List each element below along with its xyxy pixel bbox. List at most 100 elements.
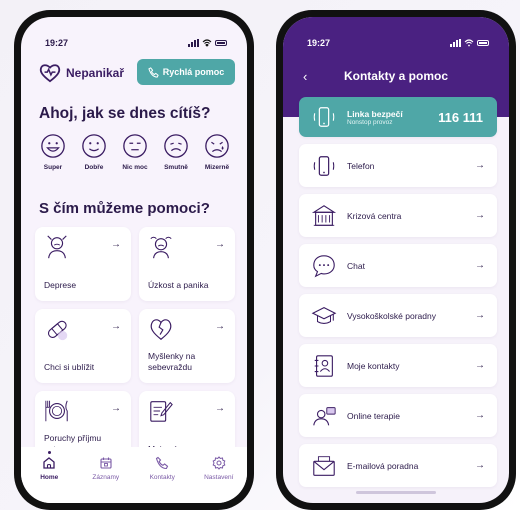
phone-home: 19:27 Nepanikař Rychlá pomoc Ahoj, jak s… xyxy=(14,10,254,510)
wifi-icon xyxy=(464,39,474,47)
tab-label: Nastavení xyxy=(204,474,234,481)
page-title: Kontakty a pomoc xyxy=(343,69,448,83)
contact-telefon[interactable]: Telefon → xyxy=(299,144,497,187)
card-label: Chci si ublížit xyxy=(44,362,95,372)
hotline-label: Linka bezpečí xyxy=(347,108,403,119)
arrow-right-icon: → xyxy=(475,160,485,171)
mood-mizerne[interactable]: Mizerně xyxy=(197,133,237,171)
mood-label: Dobře xyxy=(84,164,104,171)
signal-icon xyxy=(188,39,199,47)
signal-icon xyxy=(450,39,461,47)
contact-moje-kontakty[interactable]: Moje kontakty → xyxy=(299,344,497,387)
neutral-face-icon xyxy=(123,134,147,158)
contact-label: Chat xyxy=(347,260,365,271)
wifi-icon xyxy=(202,39,212,47)
address-book-icon xyxy=(314,354,333,377)
hotline-subtext: Nonstop provoz xyxy=(347,118,393,126)
contact-e-mailova-poradna[interactable]: E-mailová poradna → xyxy=(299,444,497,487)
arrow-right-icon: → xyxy=(215,321,225,332)
mood-label: Mizerně xyxy=(204,164,230,171)
graduation-cap-icon xyxy=(311,306,337,324)
mood-label: Super xyxy=(43,164,63,171)
mood-nic-moc[interactable]: Nic moc xyxy=(115,133,155,171)
contact-chat[interactable]: Chat → xyxy=(299,244,497,287)
chat-bubble-icon xyxy=(313,254,335,277)
contact-krizova-centra[interactable]: Krizová centra → xyxy=(299,194,497,237)
bandage-icon xyxy=(47,320,68,341)
arrow-right-icon: → xyxy=(215,239,225,250)
active-dot xyxy=(47,451,51,454)
home-indicator xyxy=(356,491,436,494)
tab-zaznamy[interactable]: Záznamy xyxy=(82,456,130,503)
arrow-right-icon: → xyxy=(215,403,225,414)
contact-label: Online terapie xyxy=(347,410,400,421)
envelope-icon xyxy=(313,455,335,476)
arrow-right-icon: → xyxy=(475,410,485,421)
very-happy-face-icon xyxy=(41,134,65,158)
card-sebevrazda[interactable]: → Myšlenky na sebevraždu xyxy=(139,309,235,383)
phone-icon xyxy=(148,66,159,78)
battery-icon xyxy=(477,40,489,46)
contact-vysokoskolske-poradny[interactable]: Vysokoškolské poradny → xyxy=(299,294,497,337)
status-time: 19:27 xyxy=(45,38,69,48)
home-icon xyxy=(43,457,55,469)
phone-contacts: 19:27 ‹ Kontakty a pomoc Linka bezpečí N… xyxy=(276,10,516,510)
calendar-icon xyxy=(100,457,112,469)
arrow-right-icon: → xyxy=(475,310,485,321)
anxious-person-icon xyxy=(150,236,172,259)
tab-home[interactable]: Home xyxy=(25,451,73,503)
card-label: Myšlenky na sebevraždu xyxy=(148,351,196,372)
video-call-icon xyxy=(313,406,336,425)
phone-ringing-icon xyxy=(313,155,335,176)
hotline-linka-bezpeci[interactable]: Linka bezpečí Nonstop provoz 116 111 xyxy=(299,97,497,137)
heart-logo-icon xyxy=(39,64,61,83)
card-label: Úzkost a panika xyxy=(148,280,209,290)
contact-label: Moje kontakty xyxy=(347,360,400,371)
card-deprese[interactable]: → Deprese xyxy=(35,227,131,301)
status-time: 19:27 xyxy=(307,38,331,48)
contact-label: Vysokoškolské poradny xyxy=(347,310,436,321)
status-bar: 19:27 xyxy=(307,37,489,49)
arrow-right-icon: → xyxy=(111,321,121,332)
home-screen: 19:27 Nepanikař Rychlá pomoc Ahoj, jak s… xyxy=(21,17,247,503)
contacts-list: Linka bezpečí Nonstop provoz 116 111 Tel… xyxy=(299,97,497,487)
notepad-pencil-icon xyxy=(150,401,173,422)
phone-icon xyxy=(156,456,169,470)
mood-smutne[interactable]: Smutně xyxy=(156,133,196,171)
building-icon xyxy=(311,204,337,226)
happy-face-icon xyxy=(82,134,106,158)
sad-face-icon xyxy=(164,134,188,158)
gear-icon xyxy=(212,456,226,470)
quick-help-label: Rychlá pomoc xyxy=(162,67,225,77)
contacts-screen: 19:27 ‹ Kontakty a pomoc Linka bezpečí N… xyxy=(283,17,509,503)
battery-icon xyxy=(215,40,227,46)
arrow-right-icon: → xyxy=(475,210,485,221)
brand-name: Nepanikař xyxy=(66,66,125,80)
depressed-person-icon xyxy=(47,235,67,259)
contact-online-terapie[interactable]: Online terapie → xyxy=(299,394,497,437)
mood-dobre[interactable]: Dobře xyxy=(74,133,114,171)
tab-nastaveni[interactable]: Nastavení xyxy=(195,456,243,503)
contact-label: Krizová centra xyxy=(347,210,402,221)
card-label: Deprese xyxy=(44,280,77,290)
contact-label: Telefon xyxy=(347,160,375,171)
tab-kontakty[interactable]: Kontakty xyxy=(138,456,186,503)
card-uzkost[interactable]: → Úzkost a panika xyxy=(139,227,235,301)
greeting-title: Ahoj, jak se dnes cítíš? xyxy=(39,105,211,122)
bottom-tab-bar: Home Záznamy Kontakty Nastavení xyxy=(21,447,247,503)
crying-face-icon xyxy=(205,134,229,158)
arrow-right-icon: → xyxy=(475,460,485,471)
mood-label: Nic moc xyxy=(122,164,148,171)
arrow-right-icon: → xyxy=(475,260,485,271)
tab-label: Kontakty xyxy=(149,474,175,481)
quick-help-button[interactable]: Rychlá pomoc xyxy=(137,59,235,85)
arrow-right-icon: → xyxy=(111,239,121,250)
tab-label: Home xyxy=(40,474,59,481)
arrow-right-icon: → xyxy=(111,403,121,414)
card-ublizit[interactable]: → Chci si ublížit xyxy=(35,309,131,383)
arrow-right-icon: → xyxy=(475,360,485,371)
status-bar: 19:27 xyxy=(45,37,227,49)
help-cards: → Deprese → Úzkost a panika → Chci si ub… xyxy=(35,227,235,465)
mood-super[interactable]: Super xyxy=(33,133,73,171)
plate-cutlery-icon xyxy=(45,400,68,422)
